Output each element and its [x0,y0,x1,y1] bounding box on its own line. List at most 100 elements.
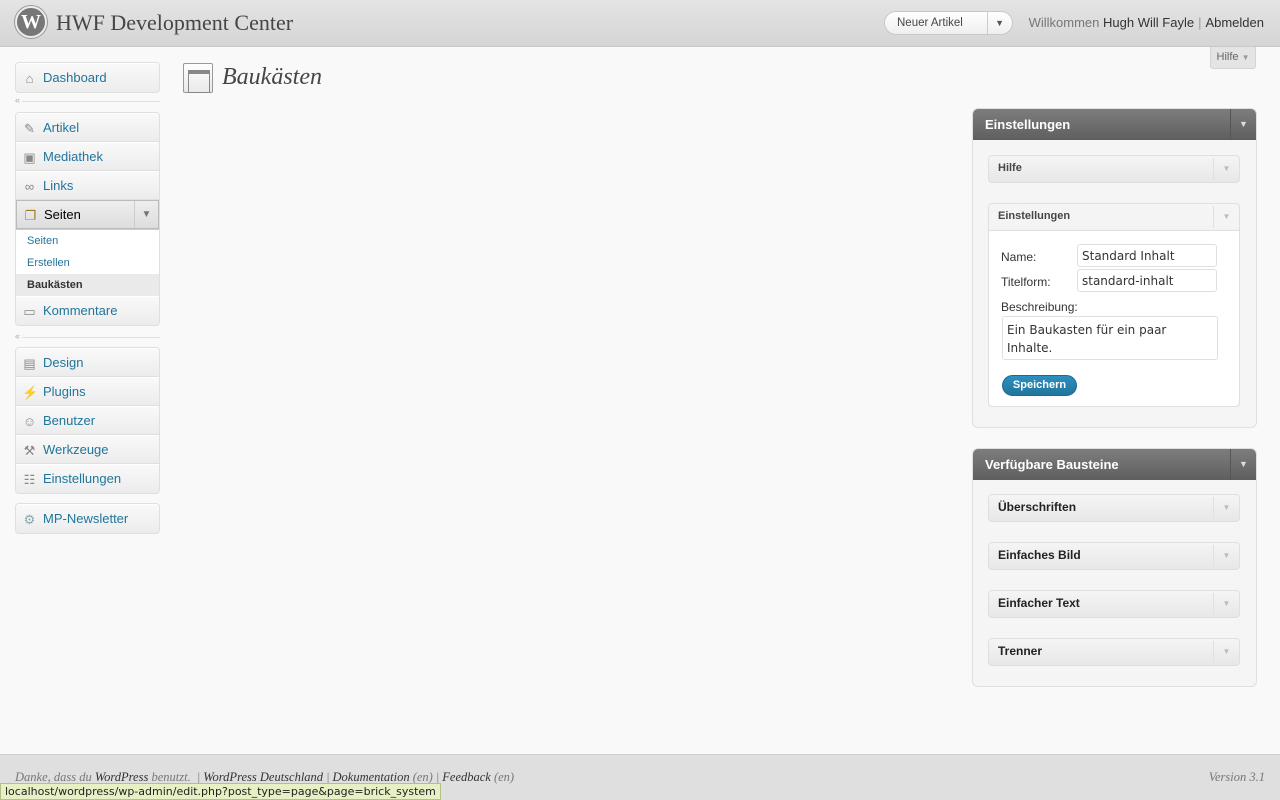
collapse-arrow-icon[interactable]: « [15,331,23,341]
menu-item-werkzeuge[interactable]: ⚒ Werkzeuge [16,435,159,464]
menu-item-plugins[interactable]: ⚡ Plugins [16,377,159,406]
menu-item-label: Links [43,178,74,193]
menu-item-label: Werkzeuge [43,442,109,457]
chevron-down-icon[interactable]: ▼ [1213,497,1239,519]
brick-item-trenner[interactable]: Trenner ▼ [988,638,1240,666]
wordpress-logo-icon[interactable]: W [15,6,47,38]
wordpress-link[interactable]: WordPress [95,770,148,784]
settings-box-header[interactable]: Einstellungen ▼ [989,204,1239,230]
tools-icon: ⚒ [23,443,36,458]
name-label: Name: [1001,250,1037,264]
box-title: Einstellungen [998,210,1071,222]
menu-item-label: Design [43,355,84,370]
submenu-item-erstellen[interactable]: Erstellen [16,252,159,274]
name-input[interactable] [1077,244,1217,267]
new-post-dropdown[interactable]: Neuer Artikel ▼ [884,11,1013,35]
chevron-down-icon[interactable]: ▼ [1213,593,1239,615]
menu-item-label: Plugins [43,384,86,399]
chevron-down-icon[interactable]: ▼ [1213,158,1239,180]
browser-status-bar: localhost/wordpress/wp-admin/edit.php?po… [0,783,441,800]
available-bricks-panel: Verfügbare Bausteine ▼ Überschriften ▼ E… [972,448,1257,687]
user-info: Willkommen Hugh Will Fayle | Abmelden [1028,15,1264,30]
brick-item-einfacher-text[interactable]: Einfacher Text ▼ [988,590,1240,618]
lang-note: (en) [412,770,433,784]
chevron-down-icon[interactable]: ▼ [1213,206,1239,228]
pages-icon: ❐ [24,208,37,223]
brick-header[interactable]: Einfacher Text ▼ [989,591,1239,617]
menu-item-dashboard[interactable]: ⌂ Dashboard [16,63,159,92]
logout-link[interactable]: Abmelden [1205,15,1264,30]
chevron-down-icon[interactable]: ▼ [1213,545,1239,567]
menu-item-label: Dashboard [43,70,107,85]
description-label: Beschreibung: [1001,300,1078,314]
home-icon: ⌂ [25,71,34,86]
media-icon: ▣ [23,150,36,165]
menu-item-label: Benutzer [43,413,96,428]
description-textarea[interactable]: Ein Baukasten für ein paar Inhalte. [1002,316,1218,360]
settings-panel: Einstellungen ▼ Hilfe ▼ Einstellungen ▼ … [972,108,1257,428]
page-layout-icon [183,63,213,93]
menu-plugin-group: ⚙ MP-Newsletter [15,503,160,534]
menu-item-label: Einstellungen [43,471,122,486]
help-box: Hilfe ▼ [988,155,1240,183]
menu-item-kommentare[interactable]: ▭ Kommentare [16,296,159,325]
menu-item-artikel[interactable]: ✎ Artikel [16,113,159,142]
brick-item-einfaches-bild[interactable]: Einfaches Bild ▼ [988,542,1240,570]
brick-header[interactable]: Einfaches Bild ▼ [989,543,1239,569]
plugin-icon: ⚡ [22,385,39,400]
slug-input[interactable] [1077,269,1217,292]
chevron-down-icon[interactable]: ▼ [1230,109,1256,140]
footer-thanks-text: benutzt. [151,770,191,784]
chevron-down-icon[interactable]: ▼ [134,201,158,228]
menu-separator: « [15,95,160,105]
user-name-link[interactable]: Hugh Will Fayle [1103,15,1194,30]
menu-item-label: Mediathek [43,149,103,164]
menu-item-benutzer[interactable]: ☺ Benutzer [16,406,159,435]
welcome-text: Willkommen [1028,15,1100,30]
menu-item-design[interactable]: ▤ Design [16,348,159,377]
menu-item-links[interactable]: ∞ Links [16,171,159,200]
brick-item-ueberschriften[interactable]: Überschriften ▼ [988,494,1240,522]
site-title[interactable]: HWF Development Center [56,10,293,36]
menu-item-label: MP-Newsletter [43,511,129,526]
box-title: Hilfe [998,162,1022,174]
menu-item-mp-newsletter[interactable]: ⚙ MP-Newsletter [16,504,159,533]
comment-icon: ▭ [23,304,36,319]
footer-thanks-text: Danke, dass du [15,770,92,784]
brick-title: Einfaches Bild [998,548,1081,562]
chevron-down-icon[interactable]: ▼ [1213,641,1239,663]
docs-link[interactable]: Dokumentation [333,770,410,784]
settings-icon: ☷ [23,472,36,487]
menu-item-mediathek[interactable]: ▣ Mediathek [16,142,159,171]
chevron-down-icon[interactable]: ▼ [1230,449,1256,480]
menu-admin-group: ▤ Design ⚡ Plugins ☺ Benutzer ⚒ Werkzeug… [15,347,160,494]
settings-box: Einstellungen ▼ Name: Titelform: Beschre… [988,203,1240,407]
submenu-item-baukaesten[interactable]: Baukästen [16,274,159,296]
brick-title: Trenner [998,644,1043,658]
help-box-header[interactable]: Hilfe ▼ [989,156,1239,182]
slug-label: Titelform: [1001,275,1051,289]
submenu-seiten: Seiten Erstellen Baukästen [16,229,159,296]
link-icon: ∞ [24,179,35,194]
new-post-label: Neuer Artikel [897,17,963,29]
collapse-arrow-icon[interactable]: « [15,95,23,105]
wordpress-de-link[interactable]: WordPress Deutschland [203,770,323,784]
chevron-down-icon: ▼ [1241,53,1250,62]
menu-item-label: Artikel [43,120,80,135]
panel-title: Verfügbare Bausteine [985,457,1119,472]
lang-note: (en) [493,770,515,784]
settings-panel-header[interactable]: Einstellungen ▼ [973,109,1256,140]
menu-item-einstellungen[interactable]: ☷ Einstellungen [16,464,159,493]
brick-header[interactable]: Überschriften ▼ [989,495,1239,521]
help-tab[interactable]: Hilfe ▼ [1210,47,1256,69]
submenu-item-seiten[interactable]: Seiten [16,230,159,252]
menu-separator: « [15,331,160,341]
bricks-panel-header[interactable]: Verfügbare Bausteine ▼ [973,449,1256,480]
appearance-icon: ▤ [23,356,36,371]
save-button[interactable]: Speichern [1002,375,1077,396]
chevron-down-icon[interactable]: ▼ [995,12,1004,34]
menu-item-seiten[interactable]: ❐ Seiten ▼ [16,200,159,229]
feedback-link[interactable]: Feedback [442,770,491,784]
brick-header[interactable]: Trenner ▼ [989,639,1239,665]
version-text: Version 3.1 [1208,770,1265,784]
